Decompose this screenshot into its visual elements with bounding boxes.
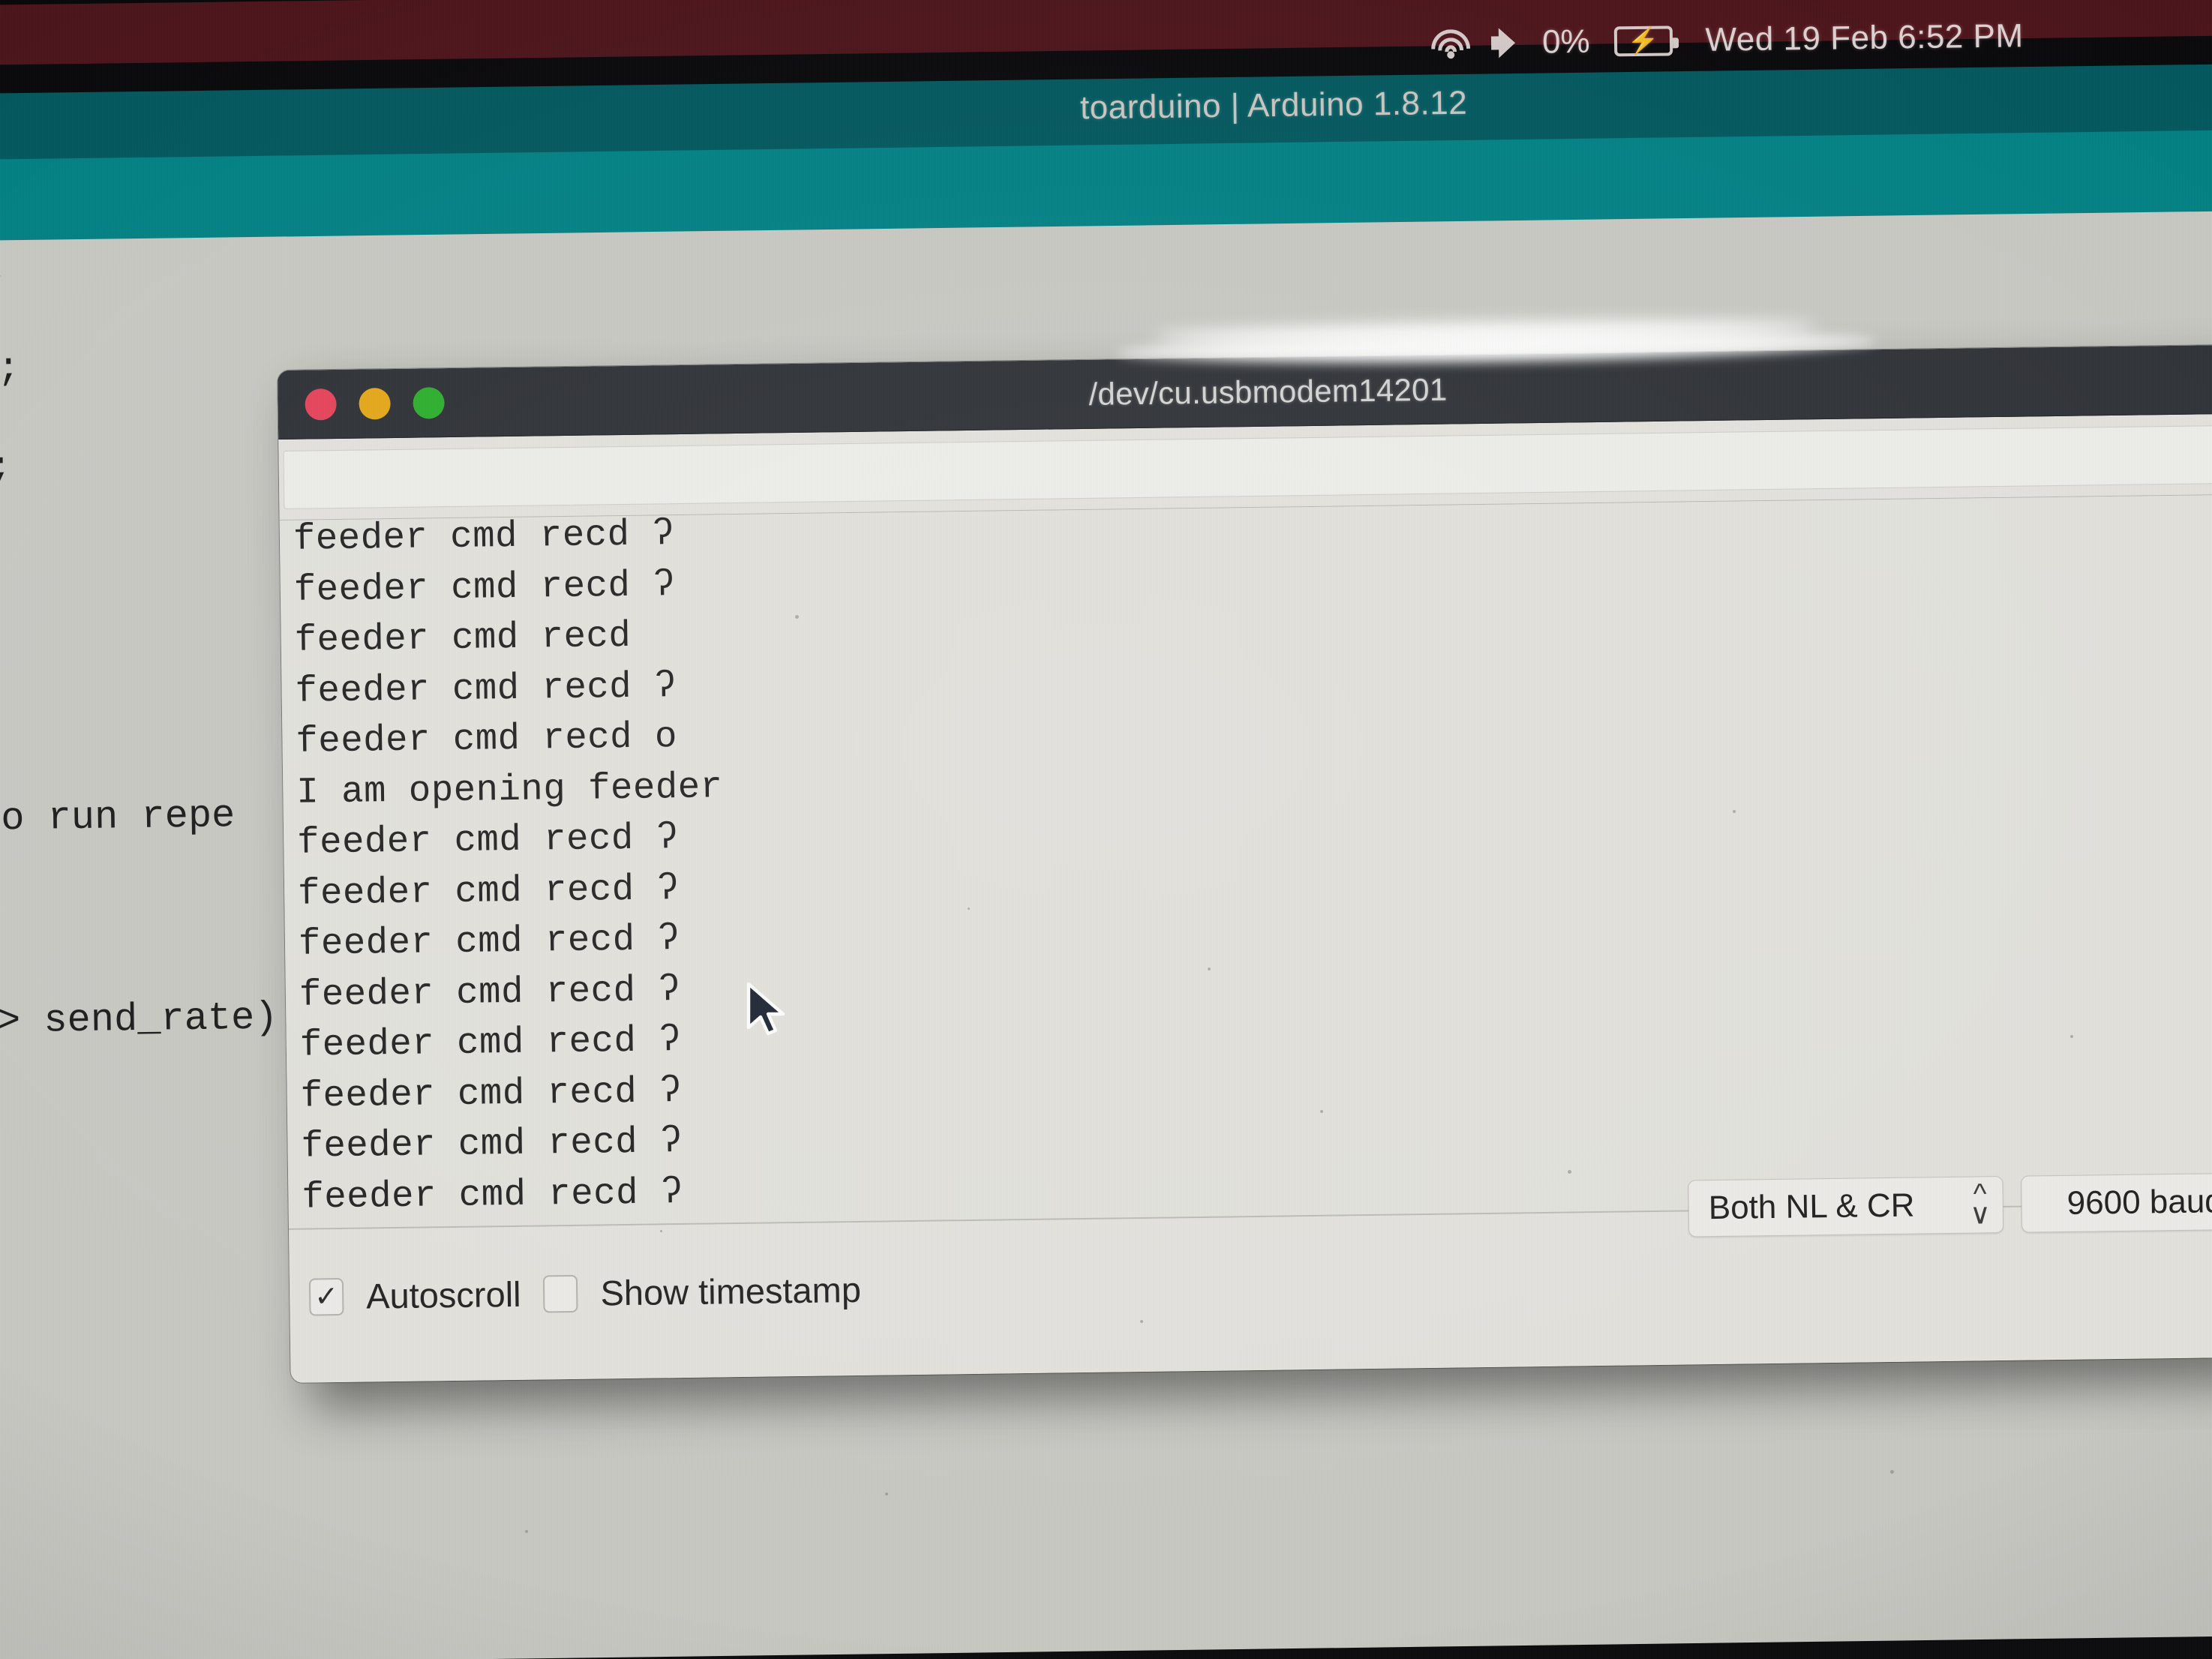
window-traffic-lights <box>305 387 445 420</box>
ide-code-text: (); <box>0 346 20 392</box>
battery-percent[interactable]: 0% <box>1542 23 1590 62</box>
serial-output-area[interactable]: feeder cmd recd ʔ feeder cmd recd ʔ feeder… <box>280 494 2212 1229</box>
chevron-updown-icon[interactable]: ^ ∨ <box>1970 1184 1991 1226</box>
ide-code-area[interactable]: ();ure();as);, to run repeamp > send_rat… <box>0 245 302 1659</box>
maximize-icon[interactable] <box>413 387 445 419</box>
ide-code-line: , to run repe <box>0 794 236 842</box>
ide-code-text: me; <box>0 1156 6 1202</box>
battery-charging-icon[interactable]: ⚡ <box>1613 26 1673 56</box>
serial-footer-bar: ✓ Autoscroll Show timestamp Both NL & CR… <box>289 1204 2212 1383</box>
menubar-clock[interactable]: Wed 19 Feb 6:52 PM <box>1705 17 2024 59</box>
ide-code-line: (); <box>0 249 9 294</box>
line-ending-dropdown[interactable]: Both NL & CR ^ ∨ <box>1688 1176 2003 1237</box>
menubar-status-items: ᚝ 0% ⚡ Wed 19 Feb 6:52 PM <box>1410 5 2206 73</box>
serial-footer-checkboxes: ✓ Autoscroll Show timestamp <box>309 1269 861 1318</box>
serial-monitor-window[interactable]: /dev/cu.usbmodem14201 feeder cmd recd ʔf… <box>278 344 2212 1382</box>
chevron-down-icon: ∨ <box>1970 1204 1991 1226</box>
ide-code-line: amp > send_rate) <box>0 996 278 1046</box>
baud-rate-value: 9600 baud <box>2066 1183 2212 1222</box>
ide-window-title: toarduino | Arduino 1.8.12 <box>1080 85 1468 128</box>
ide-code-text: , to run repe <box>0 794 236 842</box>
autoscroll-checkbox[interactable]: ✓ <box>309 1277 344 1316</box>
ide-code-text: as); <box>0 446 13 491</box>
ide-code-line: me; <box>0 1156 6 1202</box>
ide-code-line: ure(); <box>0 346 20 392</box>
minimize-icon[interactable] <box>359 388 391 420</box>
serial-send-input[interactable] <box>283 424 2212 508</box>
show-timestamp-label: Show timestamp <box>600 1269 861 1314</box>
serial-output-lines: feeder cmd recd ʔ feeder cmd recd ʔ feeder… <box>293 494 2212 1229</box>
serial-monitor-title: /dev/cu.usbmodem14201 <box>278 361 2212 423</box>
wifi-icon[interactable] <box>1430 28 1472 60</box>
baud-rate-dropdown[interactable]: 9600 baud <box>2021 1172 2212 1232</box>
autoscroll-label: Autoscroll <box>366 1274 521 1317</box>
bluetooth-icon[interactable]: ᚝ <box>1410 23 1411 64</box>
show-timestamp-checkbox[interactable] <box>543 1274 578 1312</box>
close-icon[interactable] <box>305 388 337 420</box>
mouse-cursor <box>744 981 789 1041</box>
volume-icon[interactable] <box>1491 28 1523 58</box>
ide-code-text: (); <box>0 249 9 294</box>
serial-footer-dropdowns: Both NL & CR ^ ∨ 9600 baud <box>1688 1172 2212 1237</box>
line-ending-value: Both NL & CR <box>1708 1187 1914 1228</box>
ide-code-line: as); <box>0 446 13 491</box>
ide-code-text: > send_rate) <box>0 996 278 1044</box>
laptop-screen-photo: ᚝ 0% ⚡ Wed 19 Feb 6:52 PM toarduino | Ar… <box>0 0 2212 1659</box>
